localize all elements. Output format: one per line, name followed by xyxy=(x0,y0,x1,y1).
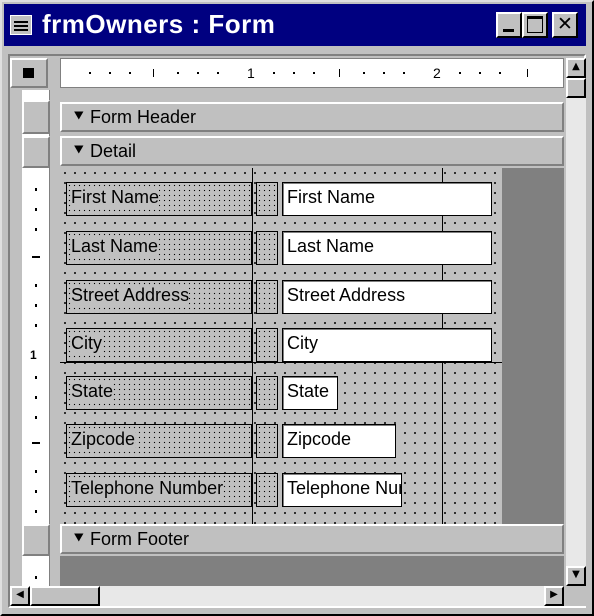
ruler-tick xyxy=(197,72,199,74)
ruler-tick xyxy=(217,72,219,74)
ruler-tick xyxy=(499,72,501,74)
ruler-tick xyxy=(273,72,275,74)
horizontal-scroll-thumb[interactable] xyxy=(30,586,100,606)
label-city[interactable]: City xyxy=(66,328,252,362)
scroll-left-button[interactable]: ◀ xyxy=(10,586,30,606)
ruler-tick xyxy=(35,490,37,493)
section-arrow-icon: ⯆ xyxy=(72,107,86,127)
textbox-first-name[interactable]: First Name xyxy=(282,182,492,216)
control-spacer xyxy=(256,424,278,458)
title-bar[interactable]: frmOwners : Form xyxy=(4,4,586,46)
form-selector[interactable] xyxy=(10,58,48,88)
ruler-tick xyxy=(32,442,40,444)
detail-section-outside xyxy=(502,168,564,524)
grid-line xyxy=(252,168,253,524)
ruler-tick xyxy=(403,72,405,74)
close-button[interactable] xyxy=(552,12,578,38)
form-footer-selector[interactable] xyxy=(22,524,50,556)
ruler-tick xyxy=(383,72,385,74)
control-spacer xyxy=(256,376,278,410)
ruler-tick xyxy=(479,72,481,74)
textbox-state[interactable]: State xyxy=(282,376,338,410)
textbox-last-name[interactable]: Last Name xyxy=(282,231,492,265)
control-spacer xyxy=(256,231,278,265)
label-street-address[interactable]: Street Address xyxy=(66,280,252,314)
ruler-tick xyxy=(35,284,37,287)
ruler-tick xyxy=(459,72,461,74)
vertical-scroll-thumb[interactable] xyxy=(566,78,586,98)
ruler-tick xyxy=(35,228,37,231)
ruler-tick xyxy=(35,376,37,379)
scroll-right-button[interactable]: ▶ xyxy=(544,586,564,606)
textbox-telephone-number[interactable]: Telephone Number xyxy=(282,473,402,507)
control-spacer xyxy=(256,473,278,507)
label-telephone-number[interactable]: Telephone Number xyxy=(66,473,252,507)
window-title: frmOwners : Form xyxy=(42,9,276,39)
ruler-number: 1 xyxy=(30,348,37,362)
section-arrow-icon: ⯆ xyxy=(72,141,86,161)
label-last-name[interactable]: Last Name xyxy=(66,231,252,265)
ruler-tick xyxy=(109,72,111,74)
ruler-tick xyxy=(35,576,37,579)
ruler-tick xyxy=(35,324,37,327)
size-grip[interactable] xyxy=(566,586,586,606)
ruler-tick xyxy=(35,416,37,419)
textbox-city[interactable]: City xyxy=(282,328,492,362)
control-spacer xyxy=(256,328,278,362)
ruler-tick xyxy=(339,69,340,77)
ruler-tick xyxy=(293,72,295,74)
ruler-separator xyxy=(50,90,60,586)
ruler-tick xyxy=(129,72,131,74)
grid-line xyxy=(60,362,502,363)
section-label: Form Header xyxy=(90,107,197,127)
label-zipcode[interactable]: Zipcode xyxy=(66,424,252,458)
form-header-selector[interactable] xyxy=(22,100,50,134)
ruler-tick xyxy=(313,72,315,74)
section-label: Detail xyxy=(90,141,137,161)
ruler-tick xyxy=(32,256,40,258)
section-arrow-icon: ⯆ xyxy=(72,529,86,549)
ruler-tick xyxy=(35,510,37,513)
ruler-number: 2 xyxy=(433,65,441,81)
section-bar-form-footer[interactable]: ⯆ Form Footer xyxy=(60,524,564,554)
ruler-tick xyxy=(177,72,179,74)
textbox-street-address[interactable]: Street Address xyxy=(282,280,492,314)
ruler-tick xyxy=(35,396,37,399)
ruler-tick xyxy=(35,470,37,473)
section-bar-form-header[interactable]: ⯆ Form Header xyxy=(60,102,564,132)
ruler-tick xyxy=(35,304,37,307)
ruler-tick xyxy=(35,208,37,211)
horizontal-ruler[interactable]: 1 2 xyxy=(60,58,564,88)
control-spacer xyxy=(256,280,278,314)
form-icon[interactable] xyxy=(10,15,32,35)
label-first-name[interactable]: First Name xyxy=(66,182,252,216)
ruler-number: 1 xyxy=(247,65,255,81)
ruler-tick xyxy=(363,72,365,74)
ruler-tick xyxy=(527,69,528,77)
scroll-up-button[interactable]: ▲ xyxy=(566,58,586,78)
maximize-button[interactable] xyxy=(522,12,548,38)
vertical-scrollbar[interactable]: ▲ ▼ xyxy=(566,58,586,586)
control-spacer xyxy=(256,182,278,216)
form-footer-section[interactable] xyxy=(60,556,564,586)
section-bar-detail[interactable]: ⯆ Detail xyxy=(60,136,564,166)
scroll-down-button[interactable]: ▼ xyxy=(566,566,586,586)
ruler-tick xyxy=(153,69,154,77)
ruler-tick xyxy=(35,188,37,191)
section-label: Form Footer xyxy=(90,529,190,549)
horizontal-scrollbar[interactable]: ◀ ▶ xyxy=(10,586,564,606)
minimize-button[interactable] xyxy=(496,12,522,38)
label-state[interactable]: State xyxy=(66,376,252,410)
detail-selector[interactable] xyxy=(22,136,50,168)
ruler-tick xyxy=(89,72,91,74)
textbox-zipcode[interactable]: Zipcode xyxy=(282,424,396,458)
